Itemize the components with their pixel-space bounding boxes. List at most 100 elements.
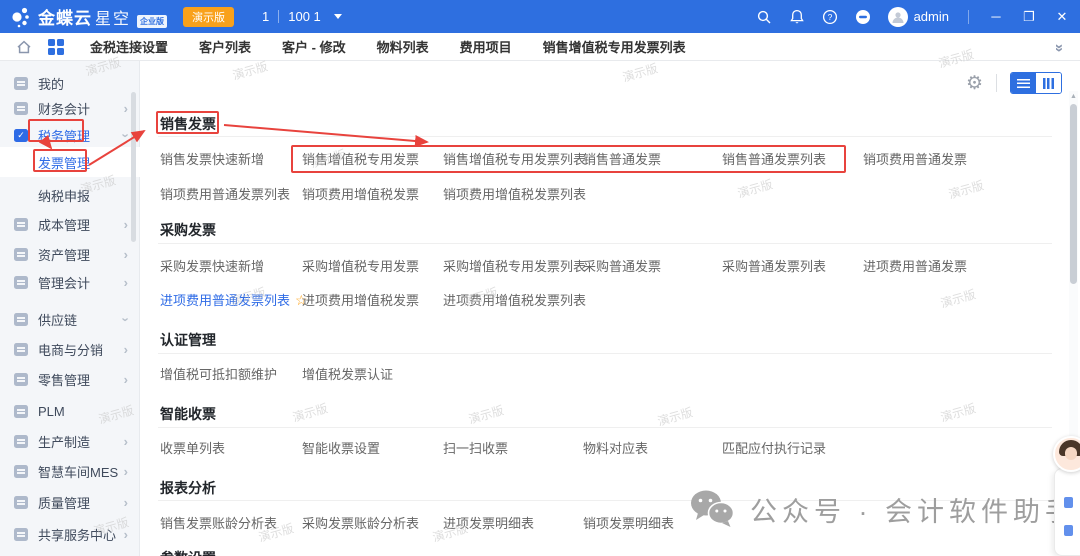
close-button[interactable]: ✕ bbox=[1054, 9, 1070, 25]
chevron-right-icon: › bbox=[124, 527, 128, 542]
home-icon[interactable] bbox=[16, 39, 32, 55]
user-avatar bbox=[888, 7, 908, 27]
assistant-menu-fragment bbox=[1064, 497, 1073, 508]
menu-item[interactable]: 增值税可抵扣额维护 bbox=[160, 364, 277, 383]
section-divider bbox=[158, 243, 1052, 244]
sidebar-item-tax-management[interactable]: ✓ 税务管理 › bbox=[0, 120, 140, 150]
chevron-right-icon: › bbox=[124, 464, 128, 479]
chevron-right-icon: › bbox=[124, 342, 128, 357]
menu-item[interactable]: 销项费用增值税发票 bbox=[302, 184, 419, 203]
tab-customer-edit[interactable]: 客户 - 修改 bbox=[282, 37, 346, 56]
assistant-panel[interactable] bbox=[1054, 468, 1080, 556]
menu-item[interactable]: 销项费用普通发票列表 bbox=[160, 184, 290, 203]
chevron-right-icon: › bbox=[124, 217, 128, 232]
chevron-right-icon: › bbox=[124, 372, 128, 387]
tab-customer-list[interactable]: 客户列表 bbox=[199, 37, 251, 56]
sidebar-item-production-manufacturing[interactable]: 生产制造 › bbox=[0, 426, 140, 456]
menu-item[interactable]: 销项发票明细表 bbox=[583, 513, 674, 532]
brand-name-light: 星空 bbox=[95, 5, 131, 29]
brand-title: 金蝶云 星空 企业版 bbox=[38, 4, 167, 29]
tab-expense-items[interactable]: 费用项目 bbox=[460, 37, 512, 56]
tab-goldentax-settings[interactable]: 金税连接设置 bbox=[90, 37, 168, 56]
organization-selector[interactable]: 1 100 1 bbox=[262, 9, 342, 24]
section-divider bbox=[158, 353, 1052, 354]
menu-item[interactable]: 销售发票快速新增 bbox=[160, 149, 264, 168]
org-right-value: 100 1 bbox=[288, 9, 321, 24]
menu-item[interactable]: 采购普通发票 bbox=[583, 256, 661, 275]
help-icon[interactable]: ? bbox=[822, 9, 838, 25]
notification-bell-icon[interactable] bbox=[789, 9, 805, 25]
sidebar-item-cost-management[interactable]: 成本管理 › bbox=[0, 209, 140, 239]
menu-item[interactable]: 采购增值税专用发票列表 bbox=[443, 256, 586, 275]
module-sidebar: 我的 财务会计 › ✓ 税务管理 › 发票管理 纳税申报 成本管理 › 资产管理… bbox=[0, 61, 140, 556]
restore-button[interactable]: ❐ bbox=[1021, 9, 1037, 25]
sidebar-item-ecommerce-distribution[interactable]: 电商与分销 › bbox=[0, 334, 140, 364]
menu-item[interactable]: 智能收票设置 bbox=[302, 438, 380, 457]
cost-management-icon bbox=[14, 218, 28, 231]
menu-item[interactable]: 物料对应表 bbox=[583, 438, 648, 457]
sidebar-item-asset-management[interactable]: 资产管理 › bbox=[0, 239, 140, 269]
view-toggle bbox=[1010, 72, 1062, 94]
menu-item-favorited[interactable]: 进项费用普通发票列表☆ bbox=[160, 290, 308, 309]
column-view-button[interactable] bbox=[1036, 73, 1061, 93]
mes-icon bbox=[14, 465, 28, 478]
menu-item[interactable]: 销售普通发票列表 bbox=[722, 149, 826, 168]
sidebar-item-shared-service-center[interactable]: 共享服务中心 › bbox=[0, 519, 140, 549]
asset-management-icon bbox=[14, 248, 28, 261]
do-not-disturb-icon[interactable] bbox=[855, 9, 871, 25]
edition-badge: 企业版 bbox=[137, 15, 167, 28]
menu-item[interactable]: 销售增值税专用发票 bbox=[302, 149, 419, 168]
sidebar-item-tax-declaration[interactable]: 纳税申报 bbox=[0, 180, 140, 210]
scroll-up-arrow-icon[interactable]: ▲ bbox=[1069, 91, 1078, 103]
sidebar-scrollbar[interactable] bbox=[131, 92, 136, 242]
avatar-face bbox=[1065, 447, 1077, 460]
menu-item[interactable]: 销售发票账龄分析表 bbox=[160, 513, 277, 532]
search-icon[interactable] bbox=[756, 9, 772, 25]
sidebar-item-plm[interactable]: PLM bbox=[0, 396, 140, 426]
collapse-tabs-icon[interactable]: » bbox=[1051, 44, 1068, 49]
tab-material-list[interactable]: 物料列表 bbox=[377, 37, 429, 56]
menu-item[interactable]: 采购普通发票列表 bbox=[722, 256, 826, 275]
sidebar-item-smart-workshop-mes[interactable]: 智慧车间MES › bbox=[0, 456, 140, 486]
menu-item[interactable]: 销项费用普通发票 bbox=[863, 149, 967, 168]
user-menu[interactable]: admin bbox=[888, 7, 949, 27]
menu-item[interactable]: 销售普通发票 bbox=[583, 149, 661, 168]
chevron-right-icon: › bbox=[124, 495, 128, 510]
menu-item[interactable]: 扫一扫收票 bbox=[443, 438, 508, 457]
sidebar-item-invoice-management[interactable]: 发票管理 bbox=[0, 147, 140, 177]
kingdee-logo-icon bbox=[10, 5, 34, 29]
menu-item[interactable]: 进项费用增值税发票列表 bbox=[443, 290, 586, 309]
menu-item[interactable]: 销项费用增值税发票列表 bbox=[443, 184, 586, 203]
section-title-report-analysis: 报表分析 bbox=[160, 478, 216, 498]
sidebar-item-retail-management[interactable]: 零售管理 › bbox=[0, 364, 140, 394]
menu-item[interactable]: 增值税发票认证 bbox=[302, 364, 393, 383]
gear-icon[interactable]: ⚙ bbox=[966, 74, 983, 93]
menu-item[interactable]: 采购发票快速新增 bbox=[160, 256, 264, 275]
chevron-right-icon: › bbox=[124, 434, 128, 449]
sidebar-item-financial-accounting[interactable]: 财务会计 › bbox=[0, 93, 140, 123]
list-view-button[interactable] bbox=[1011, 73, 1036, 93]
sidebar-item-management-accounting[interactable]: 管理会计 › bbox=[0, 267, 140, 297]
menu-item[interactable]: 采购发票账龄分析表 bbox=[302, 513, 419, 532]
scrollbar-thumb[interactable] bbox=[1070, 104, 1077, 284]
top-header-bar: 金蝶云 星空 企业版 演示版 1 100 1 ? bbox=[0, 0, 1080, 33]
minimize-button[interactable]: ─ bbox=[988, 9, 1004, 25]
menu-item[interactable]: 采购增值税专用发票 bbox=[302, 256, 419, 275]
retail-management-icon bbox=[14, 373, 28, 386]
menu-item[interactable]: 进项费用增值税发票 bbox=[302, 290, 419, 309]
management-accounting-icon bbox=[14, 276, 28, 289]
menu-item[interactable]: 收票单列表 bbox=[160, 438, 225, 457]
tab-sales-vat-invoice-list[interactable]: 销售增值税专用发票列表 bbox=[543, 37, 686, 56]
all-apps-grid-icon[interactable] bbox=[48, 39, 64, 55]
menu-item[interactable]: 销售增值税专用发票列表 bbox=[443, 149, 586, 168]
tools-divider bbox=[996, 74, 997, 92]
menu-item[interactable]: 进项费用普通发票 bbox=[863, 256, 967, 275]
sidebar-item-supply-chain[interactable]: 供应链 › bbox=[0, 304, 140, 334]
financial-accounting-icon bbox=[14, 102, 28, 115]
sidebar-item-quality-management[interactable]: 质量管理 › bbox=[0, 487, 140, 517]
chevron-right-icon: › bbox=[124, 101, 128, 116]
section-title-sales-invoice: 销售发票 bbox=[160, 114, 216, 134]
username: admin bbox=[914, 9, 949, 24]
menu-item[interactable]: 进项发票明细表 bbox=[443, 513, 534, 532]
menu-item[interactable]: 匹配应付执行记录 bbox=[722, 438, 826, 457]
